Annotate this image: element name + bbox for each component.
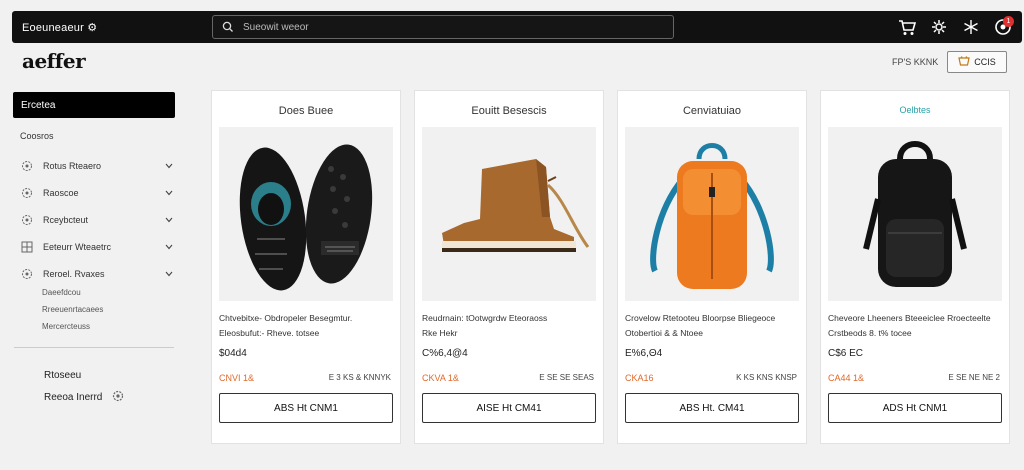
stock-info: E SE NE NE 2 xyxy=(948,373,1000,382)
cart-button[interactable]: CCIS xyxy=(947,51,1007,73)
shoes-icon xyxy=(239,144,373,291)
sidebar-subitem[interactable]: Daeefdcou xyxy=(42,284,174,301)
product-name[interactable]: Crovelow Rtetooteu Bloorpse Bliegeoce Ot… xyxy=(625,311,803,341)
product-title: Does Buee xyxy=(278,105,334,117)
sidebar-item[interactable]: Rotus Rteaero xyxy=(20,152,174,179)
gear-icon[interactable] xyxy=(112,390,124,405)
cart-button-label: CCIS xyxy=(974,57,996,67)
sale-price: CA44 1& xyxy=(828,373,865,383)
gear-icon xyxy=(20,159,34,173)
header-actions: 1 xyxy=(896,15,1014,39)
product-price: C%6,4@4 xyxy=(422,348,468,359)
chevron-down-icon[interactable] xyxy=(164,244,174,250)
sale-price: CKA16 xyxy=(625,373,654,383)
basket-icon xyxy=(958,55,970,69)
sidebar-subheader: Coosros xyxy=(20,131,54,141)
sidebar-bottom: Rtoseeu Reeoa Inerrd xyxy=(44,364,124,408)
backpack-icon xyxy=(863,141,967,287)
sidebar-item[interactable]: Eeteurr Wteaetrc xyxy=(20,233,174,260)
sidebar-bottom-item[interactable]: Reeoa Inerrd xyxy=(44,386,124,408)
search-icon[interactable] xyxy=(219,21,237,33)
chevron-down-icon[interactable] xyxy=(164,271,174,277)
backpack-icon xyxy=(650,143,774,289)
chevron-down-icon[interactable] xyxy=(164,190,174,196)
sale-price: CKVA 1& xyxy=(422,373,459,383)
product-card[interactable]: Eouitt Besescis Reudrnain: tOotwgrdw Ete… xyxy=(414,90,604,444)
brand-name[interactable]: Eoeuneaeur ⚙ xyxy=(22,21,212,34)
product-price: C$6 EC xyxy=(828,348,864,359)
product-image[interactable] xyxy=(828,127,1002,301)
sidebar-subitems: Daeefdcou Rreeuenrtacaees Mercercteuss xyxy=(42,284,174,335)
product-title: Cenviatuiao xyxy=(682,105,742,117)
product-image[interactable] xyxy=(422,127,596,301)
product-name[interactable]: Chtvebitxe- Obdropeler Besegmtur. Eleosb… xyxy=(219,311,397,341)
search-bar[interactable] xyxy=(212,15,674,39)
sidebar-subitem[interactable]: Rreeuenrtacaees xyxy=(42,301,174,318)
chevron-down-icon[interactable] xyxy=(164,163,174,169)
sidebar-category-list: Rotus Rteaero Raoscoe Rceybcteut Eeteurr… xyxy=(20,152,174,335)
gear-icon xyxy=(20,186,34,200)
sidebar-item[interactable]: Raoscoe xyxy=(20,179,174,206)
sidebar-header[interactable]: Ercetea xyxy=(13,92,175,118)
chevron-down-icon[interactable] xyxy=(164,217,174,223)
product-price: $04d4 xyxy=(219,348,247,359)
site-logo[interactable]: aeffer xyxy=(22,49,86,73)
notification-badge: 1 xyxy=(1003,16,1014,27)
boot-icon xyxy=(442,159,590,252)
search-input[interactable] xyxy=(243,21,643,33)
sale-price: CNVI 1& xyxy=(219,373,255,383)
cart-icon[interactable] xyxy=(896,15,918,39)
gear-icon xyxy=(20,267,34,281)
grid-icon xyxy=(20,240,34,254)
add-to-cart-button[interactable]: ABS Ht CNM1 xyxy=(219,393,393,423)
product-image[interactable] xyxy=(219,127,393,301)
stock-info: E SE SE SEAS xyxy=(539,373,594,382)
product-card[interactable]: Oelbtes Cheveore Lheeners Bteeeiclee Rro… xyxy=(820,90,1010,444)
add-to-cart-button[interactable]: ABS Ht. CM41 xyxy=(625,393,799,423)
settings-icon[interactable] xyxy=(928,15,950,39)
sidebar-bottom-item[interactable]: Rtoseeu xyxy=(44,364,124,386)
sidebar-item[interactable]: Reroel. Rvaxes xyxy=(20,260,174,287)
product-name[interactable]: Reudrnain: tOotwgrdw Eteoraoss Rke Hekr xyxy=(422,311,600,341)
product-card[interactable]: Cenviatuiao Crovelow Rtetooteu Bloorpse … xyxy=(617,90,807,444)
snowflake-icon[interactable] xyxy=(960,15,982,39)
product-name[interactable]: Cheveore Lheeners Bteeeiclee Rroecteelte… xyxy=(828,311,1006,341)
add-to-cart-button[interactable]: ADS Ht CNM1 xyxy=(828,393,1002,423)
product-title: Oelbtes xyxy=(899,105,931,115)
user-icon[interactable]: 1 xyxy=(992,15,1014,39)
gear-icon xyxy=(20,213,34,227)
sidebar-subitem[interactable]: Mercercteuss xyxy=(42,318,174,335)
product-card[interactable]: Does Buee Chtvebitxe- Obdropeler Besegmt… xyxy=(211,90,401,444)
sidebar-divider xyxy=(14,347,174,348)
top-navbar: Eoeuneaeur ⚙ 1 xyxy=(12,11,1022,43)
product-image[interactable] xyxy=(625,127,799,301)
sort-label[interactable]: FP'S KKNK xyxy=(892,57,938,67)
add-to-cart-button[interactable]: AISE Ht CM41 xyxy=(422,393,596,423)
product-price: E%6,Θ4 xyxy=(625,348,663,359)
product-title: Eouitt Besescis xyxy=(471,105,547,117)
stock-info: E 3 KS & KNNYK xyxy=(328,373,391,382)
stock-info: K KS KNS KNSP xyxy=(736,373,797,382)
sidebar-item[interactable]: Rceybcteut xyxy=(20,206,174,233)
